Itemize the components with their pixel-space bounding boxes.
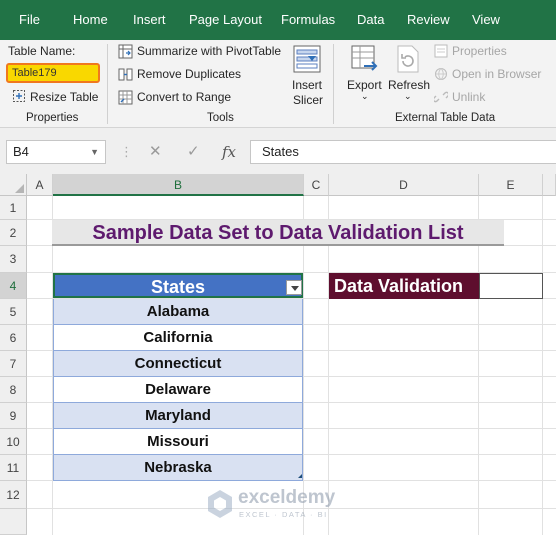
name-box-value: B4 (13, 144, 29, 159)
gridline (478, 196, 479, 535)
menu-view[interactable]: View (472, 0, 500, 40)
remove-duplicates-icon (118, 67, 133, 85)
external-data-group-label: External Table Data (395, 112, 496, 124)
column-header-a[interactable]: A (27, 174, 53, 196)
menu-bar: File Home Insert Page Layout Formulas Da… (0, 0, 556, 40)
group-divider (333, 44, 334, 124)
menu-home[interactable]: Home (73, 0, 108, 40)
name-box[interactable]: B4 ▼ (6, 140, 106, 164)
select-all-corner[interactable] (0, 174, 27, 196)
table-row[interactable]: California (53, 325, 303, 351)
table-row[interactable]: Delaware (53, 377, 303, 403)
refresh-button[interactable]: Refresh (388, 78, 430, 92)
row-header-6[interactable]: 6 (0, 325, 27, 351)
table-row[interactable]: Missouri (53, 429, 303, 455)
properties-button[interactable]: Properties (452, 44, 507, 58)
insert-slicer-line2[interactable]: Slicer (293, 93, 323, 107)
table-row[interactable]: Maryland (53, 403, 303, 429)
row-header-3[interactable]: 3 (0, 246, 27, 273)
menu-data[interactable]: Data (357, 0, 384, 40)
row-header-5[interactable]: 5 (0, 299, 27, 325)
export-chevron-icon: ⌄ (361, 91, 369, 101)
watermark-name: exceldemy (238, 487, 336, 508)
column-header-c[interactable]: C (304, 174, 329, 196)
row-header-10[interactable]: 10 (0, 429, 27, 455)
data-validation-cell[interactable] (479, 273, 543, 299)
tools-group-label: Tools (207, 112, 234, 124)
gridline (542, 196, 543, 535)
remove-duplicates-button[interactable]: Remove Duplicates (137, 67, 241, 81)
formula-controls: ⋮ ✕ ✓ fx (106, 140, 250, 164)
row-header-8[interactable]: 8 (0, 377, 27, 403)
cancel-icon[interactable]: ✕ (149, 140, 162, 164)
column-header-f[interactable] (543, 174, 556, 196)
convert-to-range-button[interactable]: Convert to Range (137, 90, 231, 104)
gridline (328, 196, 329, 535)
watermark-tagline: EXCEL · DATA · BI (239, 510, 328, 519)
table-row[interactable]: Alabama (53, 299, 303, 325)
exceldemy-logo-icon (208, 490, 232, 518)
export-icon (350, 44, 380, 77)
column-header-d[interactable]: D (329, 174, 479, 196)
unlink-icon (432, 90, 450, 107)
row-header-4[interactable]: 4 (0, 273, 27, 299)
menu-insert[interactable]: Insert (133, 0, 166, 40)
export-button[interactable]: Export (347, 78, 382, 92)
convert-to-range-icon (118, 90, 133, 108)
refresh-icon (394, 44, 422, 77)
column-header-b[interactable]: B (53, 174, 304, 196)
row-header-2[interactable]: 2 (0, 220, 27, 246)
enter-icon[interactable]: ✓ (187, 140, 200, 164)
data-validation-label[interactable]: Data Validation (329, 273, 479, 299)
table-row[interactable]: Connecticut (53, 351, 303, 377)
row-header-13[interactable] (0, 509, 27, 535)
ribbon: Table Name: Table179 Resize Table Proper… (0, 40, 556, 128)
resize-table-icon (12, 89, 26, 106)
filter-dropdown-button[interactable] (286, 280, 302, 295)
row-header-11[interactable]: 11 (0, 455, 27, 481)
column-header-e[interactable]: E (479, 174, 543, 196)
table-resize-handle[interactable] (298, 474, 302, 478)
summarize-pivot-button[interactable]: Summarize with PivotTable (137, 44, 281, 58)
formula-input[interactable]: States (250, 140, 556, 164)
menu-file[interactable]: File (19, 0, 40, 40)
menu-formulas[interactable]: Formulas (281, 0, 335, 40)
table-header-cell[interactable]: States (53, 273, 303, 298)
slicer-icon (292, 44, 322, 77)
open-in-browser-button[interactable]: Open in Browser (452, 67, 541, 81)
refresh-chevron-icon: ⌄ (404, 91, 412, 101)
row-header-7[interactable]: 7 (0, 351, 27, 377)
row-header-12[interactable]: 12 (0, 481, 27, 509)
gridline (303, 196, 304, 535)
table-name-label: Table Name: (8, 44, 76, 58)
options-dots-icon: ⋮ (120, 144, 133, 159)
menu-page-layout[interactable]: Page Layout (189, 0, 262, 40)
table-name-input[interactable]: Table179 (6, 63, 100, 83)
insert-function-icon[interactable]: fx (222, 140, 236, 164)
pivot-table-icon (118, 44, 133, 62)
sheet-title[interactable]: Sample Data Set to Data Validation List (52, 220, 504, 246)
watermark: exceldemy EXCEL · DATA · BI (206, 487, 356, 523)
row-header-9[interactable]: 9 (0, 403, 27, 429)
unlink-button[interactable]: Unlink (452, 90, 485, 104)
group-divider (107, 44, 108, 124)
properties-group-label: Properties (26, 112, 79, 124)
properties-icon (434, 44, 448, 61)
insert-slicer-line1[interactable]: Insert (292, 78, 322, 92)
menu-review[interactable]: Review (407, 0, 450, 40)
formula-bar: B4 ▼ ⋮ ✕ ✓ fx States (0, 128, 556, 174)
row-header-1[interactable]: 1 (0, 196, 27, 220)
resize-table-button[interactable]: Resize Table (30, 90, 98, 104)
name-box-dropdown-icon[interactable]: ▼ (90, 141, 99, 163)
open-in-browser-icon (434, 67, 448, 84)
table-row[interactable]: Nebraska (53, 455, 303, 481)
